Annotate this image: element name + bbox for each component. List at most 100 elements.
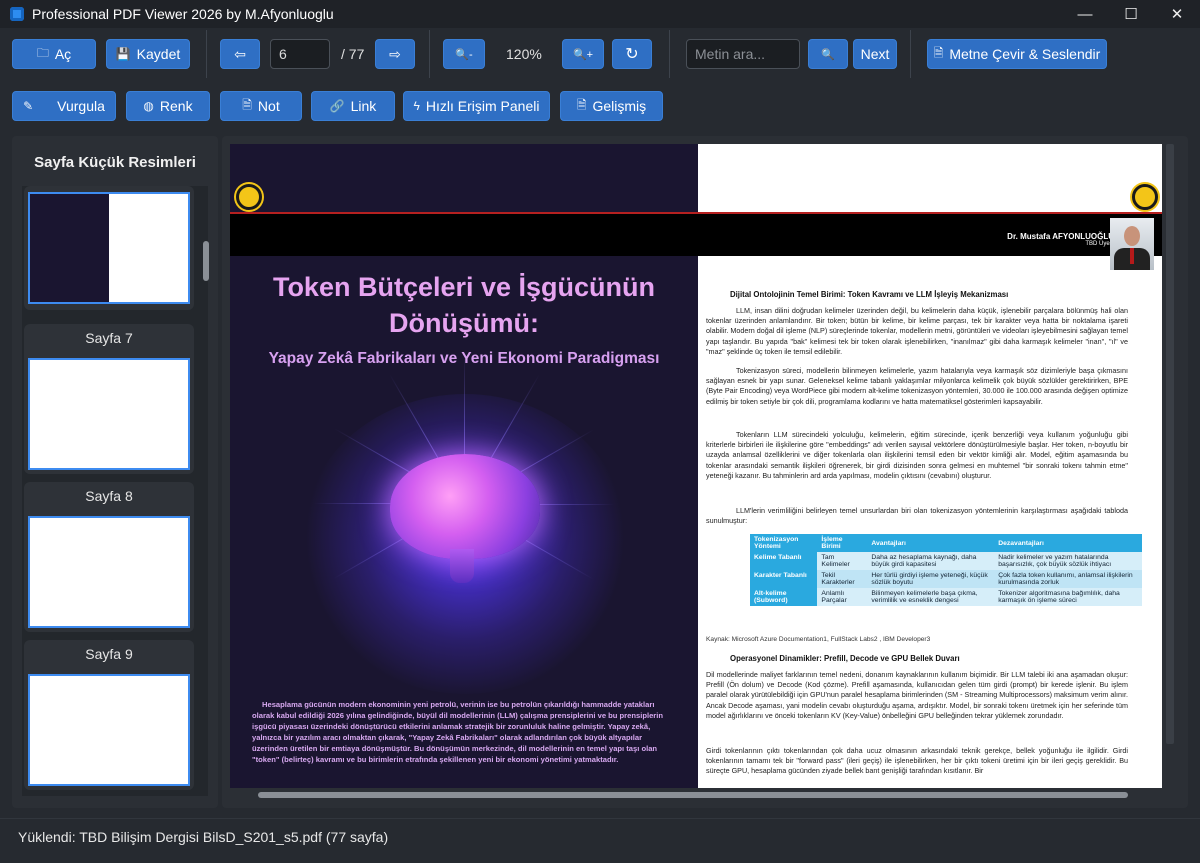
color-button[interactable]: ◍ Renk <box>126 91 210 121</box>
thumbnail-item[interactable]: Sayfa 7 <box>24 324 194 474</box>
translate-speak-button[interactable]: 🗎 Metne Çevir & Seslendir <box>927 39 1107 69</box>
search-button[interactable]: 🔍 <box>808 39 848 69</box>
author-block: Dr. Mustafa AFYONLUOĞLU TBD Üyesi <box>1007 232 1114 247</box>
highlight-button[interactable]: ✎ Vurgula <box>12 91 116 121</box>
zoom-out-icon: 🔍- <box>455 48 473 61</box>
zoom-in-button[interactable]: 🔍+ <box>562 39 604 69</box>
main-toolbar: 🗀 Aç 💾 Kaydet ⇦ 6 / 77 ⇨ 🔍- 120% 🔍+ ↻ Me… <box>0 30 1200 78</box>
save-icon: 💾 <box>115 47 131 61</box>
table-cell: Alt-kelime (Subword) <box>750 588 818 606</box>
author-tie <box>1130 248 1134 264</box>
thumbnail-item[interactable]: Sayfa 9 <box>24 640 194 790</box>
article-body-column: Dijital Ontolojinin Temel Birimi: Token … <box>698 284 1162 788</box>
thumbnail-scrollbar[interactable] <box>203 241 209 281</box>
close-button[interactable]: ✕ <box>1154 0 1200 28</box>
author-face <box>1124 226 1140 246</box>
table-cell: Tam Kelimeler <box>817 552 868 570</box>
thumbnail-panel: Sayfa Küçük Resimleri Sayfa 7 Sayfa 8 Sa… <box>12 136 218 808</box>
page-number-input[interactable]: 6 <box>270 39 330 69</box>
next-page-button[interactable]: ⇨ <box>375 39 415 69</box>
save-button[interactable]: 💾 Kaydet <box>106 39 190 69</box>
link-icon: 🔗 <box>329 99 345 113</box>
toolbar-separator <box>910 30 911 78</box>
page-scrollbar-thumb[interactable] <box>1166 144 1174 744</box>
tbd-logo <box>1132 184 1158 210</box>
table-row: Karakter Tabanlı Tekil Karakterler Her t… <box>750 570 1142 588</box>
article-intro: Hesaplama gücünün modern ekonominin yeni… <box>252 700 663 764</box>
minimize-button[interactable]: — <box>1062 0 1108 28</box>
brain-stem-illustration <box>450 549 474 583</box>
arrow-right-icon: ⇨ <box>389 45 401 62</box>
zoom-out-button[interactable]: 🔍- <box>443 39 485 69</box>
folder-icon: 🗀 <box>36 45 49 60</box>
author-role: TBD Üyesi <box>1085 241 1114 247</box>
annotation-toolbar: ✎ Vurgula ◍ Renk 🗎 Not 🔗 Link ϟ Hızlı Er… <box>0 88 1200 124</box>
page-vertical-scrollbar[interactable] <box>1166 144 1174 788</box>
title-bar: Professional PDF Viewer 2026 by M.Afyonl… <box>0 0 1200 28</box>
table-header: Dezavantajları <box>994 534 1142 552</box>
body-paragraph: Tokenizasyon süreci, modellerin bilinmey… <box>706 366 1128 406</box>
search-next-button[interactable]: Next <box>853 39 897 69</box>
brain-illustration <box>390 454 540 559</box>
thumbnail-item[interactable] <box>24 186 194 310</box>
table-row: Alt-kelime (Subword) Anlamlı Parçalar Bi… <box>750 588 1142 606</box>
page-horizontal-scrollbar[interactable] <box>258 792 1128 798</box>
document-icon: 🗎 <box>576 97 587 112</box>
lightning-icon: ϟ <box>413 99 420 113</box>
toolbar-separator <box>669 30 670 78</box>
prev-page-button[interactable]: ⇦ <box>220 39 260 69</box>
quick-access-button[interactable]: ϟ Hızlı Erişim Paneli <box>403 91 550 121</box>
author-photo <box>1110 218 1154 270</box>
advanced-button[interactable]: 🗎 Gelişmiş <box>560 91 663 121</box>
body-paragraph: LLM, insan dilini doğrudan kelimeler üze… <box>706 306 1128 356</box>
maximize-button[interactable]: ☐ <box>1108 0 1154 28</box>
section-heading: Dijital Ontolojinin Temel Birimi: Token … <box>730 290 1009 299</box>
table-cell: Çok fazla token kullanımı, anlamsal iliş… <box>994 570 1142 588</box>
document-icon: 🗎 <box>933 45 944 60</box>
arrow-left-icon: ⇦ <box>234 45 246 62</box>
thumbnail-label: Sayfa 7 <box>85 330 133 346</box>
rotate-button[interactable]: ↻ <box>612 39 652 69</box>
thumbnail-image <box>28 674 190 786</box>
table-cell: Bilinmeyen kelimelerle başa çıkma, verim… <box>867 588 995 606</box>
page-header-line <box>230 212 1162 214</box>
search-icon: 🔍 <box>821 48 835 61</box>
table-cell: Nadir kelimeler ve yazım hatalarında baş… <box>994 552 1142 570</box>
zoom-in-icon: 🔍+ <box>572 48 594 61</box>
table-cell: Daha az hesaplama kaynağı, daha büyük gi… <box>867 552 995 570</box>
table-cell: Tokenizer algoritmasına bağımlılık, daha… <box>994 588 1142 606</box>
table-header: İşleme Birimi <box>817 534 868 552</box>
table-row: Kelime Tabanlı Tam Kelimeler Daha az hes… <box>750 552 1142 570</box>
document-viewer[interactable]: Token Bütçeleri ve İşgücünün Dönüşümü: Y… <box>222 136 1188 808</box>
body-paragraph: Tokenların LLM sürecindeki yolculuğu, ke… <box>706 430 1128 480</box>
body-paragraph: LLM'lerin verimliliğini belirleyen temel… <box>706 506 1128 526</box>
thumbnail-panel-title: Sayfa Küçük Resimleri <box>34 154 196 171</box>
thumbnail-label: Sayfa 8 <box>85 488 133 504</box>
note-button[interactable]: 🗎 Not <box>220 91 302 121</box>
thumbnail-image <box>28 192 190 304</box>
pdf-page: Token Bütçeleri ve İşgücünün Dönüşümü: Y… <box>230 144 1162 788</box>
section-heading: Operasyonel Dinamikler: Prefill, Decode … <box>730 654 960 663</box>
app-window: Professional PDF Viewer 2026 by M.Afyonl… <box>0 0 1200 863</box>
open-button[interactable]: 🗀 Aç <box>12 39 96 69</box>
palette-icon: ◍ <box>143 99 154 113</box>
tbd-logo <box>236 184 262 210</box>
table-cell: Anlamlı Parçalar <box>817 588 868 606</box>
link-button[interactable]: 🔗 Link <box>311 91 395 121</box>
thumbnail-label: Sayfa 9 <box>85 646 133 662</box>
page-total-label: / 77 <box>341 46 365 62</box>
table-cell: Karakter Tabanlı <box>750 570 818 588</box>
zoom-level: 120% <box>506 46 542 62</box>
table-caption: Kaynak: Microsoft Azure Documentation1, … <box>706 636 931 643</box>
rotate-icon: ↻ <box>625 46 639 63</box>
tokenization-table: Tokenizasyon Yöntemi İşleme Birimi Avant… <box>750 534 1142 606</box>
thumbnail-item[interactable]: Sayfa 8 <box>24 482 194 632</box>
body-paragraph: Girdi tokenlarının çıktı tokenlarından ç… <box>706 746 1128 776</box>
table-header: Tokenizasyon Yöntemi <box>750 534 818 552</box>
window-title: Professional PDF Viewer 2026 by M.Afyonl… <box>32 6 334 22</box>
pen-icon: ✎ <box>23 99 34 113</box>
article-title-line2: Dönüşümü: <box>389 308 539 338</box>
article-title-line1: Token Bütçeleri ve İşgücünün <box>272 272 656 302</box>
thumbnail-list[interactable]: Sayfa 7 Sayfa 8 Sayfa 9 <box>22 186 208 796</box>
search-input[interactable]: Metin ara... <box>686 39 800 69</box>
